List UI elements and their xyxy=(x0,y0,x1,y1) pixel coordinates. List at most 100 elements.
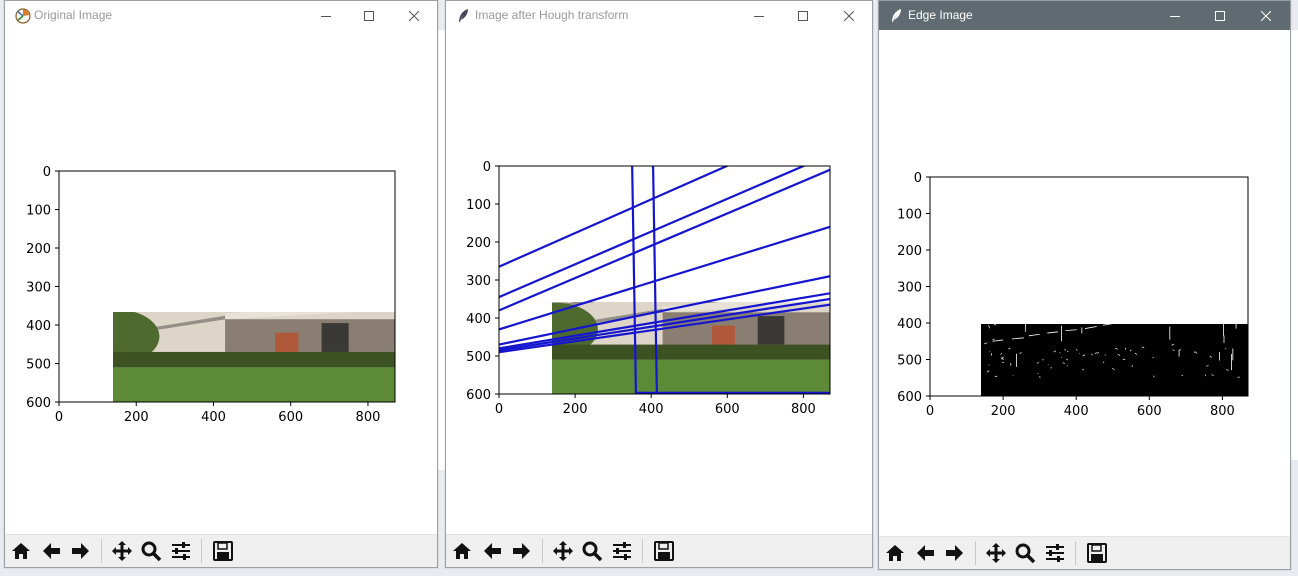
x-tick-label: 600 xyxy=(715,402,740,417)
configure-subplots-button[interactable] xyxy=(609,538,635,564)
titlebar[interactable]: Image after Hough transform xyxy=(446,1,872,30)
hedge xyxy=(552,344,830,360)
forward-arrow-button[interactable] xyxy=(67,538,93,564)
edge-segment xyxy=(941,191,944,194)
close-button[interactable] xyxy=(826,1,872,30)
maximize-button[interactable] xyxy=(780,1,826,30)
save-button[interactable] xyxy=(210,538,236,564)
forward-arrow-button[interactable] xyxy=(508,538,534,564)
back-arrow-icon xyxy=(43,543,60,559)
lawn xyxy=(113,367,395,402)
edge-segment xyxy=(987,189,988,190)
edge-segment xyxy=(951,309,952,311)
back-arrow-button[interactable] xyxy=(912,540,938,566)
edge-segment xyxy=(965,308,966,310)
matplotlib-icon xyxy=(15,8,31,24)
edge-segment xyxy=(992,207,994,210)
home-button[interactable] xyxy=(8,538,34,564)
edge-segment xyxy=(1037,372,1039,374)
edge-segment xyxy=(933,284,936,287)
edge-segment xyxy=(1031,234,1044,235)
edge-segment xyxy=(971,205,974,206)
edge-segment xyxy=(943,195,946,197)
edge-segment xyxy=(973,354,975,357)
titlebar[interactable]: Edge Image xyxy=(879,1,1290,30)
zoom-button[interactable] xyxy=(138,538,164,564)
save-button[interactable] xyxy=(1084,540,1110,566)
y-tick-label: 500 xyxy=(26,358,51,373)
save-icon xyxy=(654,541,674,561)
y-tick-label: 100 xyxy=(466,198,491,213)
zoom-icon xyxy=(141,541,162,562)
window-hough-transform: Image after Hough transform 0 200 400 600 80… xyxy=(445,0,873,568)
zoom-button[interactable] xyxy=(1012,540,1038,566)
close-button[interactable] xyxy=(1243,1,1289,30)
y-tick-label: 100 xyxy=(26,204,51,219)
y-tick-label: 300 xyxy=(26,281,51,296)
edge-segment xyxy=(1196,310,1205,312)
navigation-toolbar xyxy=(5,534,437,567)
lawn xyxy=(552,359,830,394)
edge-segment xyxy=(950,183,951,186)
y-tick-label: 400 xyxy=(466,312,491,327)
toolbar-separator xyxy=(975,541,976,565)
edge-segment xyxy=(1014,217,1024,218)
edge-segment xyxy=(931,194,934,196)
back-arrow-button[interactable] xyxy=(38,538,64,564)
maximize-button[interactable] xyxy=(1197,1,1243,30)
edge-segment xyxy=(931,326,933,327)
y-tick-label: 500 xyxy=(466,350,491,365)
edge-segment xyxy=(1158,316,1168,318)
edge-segment xyxy=(963,351,965,354)
minimize-button[interactable] xyxy=(303,1,349,30)
save-button[interactable] xyxy=(651,538,677,564)
edge-segment xyxy=(939,312,940,314)
edge-segment xyxy=(990,211,991,213)
configure-subplots-icon xyxy=(1046,544,1064,562)
edge-segment xyxy=(1196,249,1205,251)
edge-segment xyxy=(978,286,979,289)
y-tick-label: 400 xyxy=(26,319,51,334)
edge-segment xyxy=(1050,231,1061,233)
edge-segment xyxy=(958,299,960,302)
pan-button[interactable] xyxy=(983,540,1009,566)
maximize-button[interactable] xyxy=(346,1,392,30)
home-button[interactable] xyxy=(449,538,475,564)
edge-segment xyxy=(1231,264,1240,266)
configure-subplots-button[interactable] xyxy=(168,538,194,564)
pan-icon xyxy=(553,541,573,561)
close-button[interactable] xyxy=(391,1,437,30)
window-row xyxy=(566,198,830,244)
edge-segment xyxy=(974,297,977,300)
window-row xyxy=(127,246,395,292)
titlebar[interactable]: Original Image xyxy=(5,1,437,30)
x-tick-label: 800 xyxy=(356,410,381,425)
zoom-button[interactable] xyxy=(579,538,605,564)
pan-icon xyxy=(986,543,1006,563)
minimize-button[interactable] xyxy=(1152,1,1198,30)
home-button[interactable] xyxy=(882,540,908,566)
figure-canvas[interactable]: 0 200 400 600 800 0 100 200 300 400 500 600 xyxy=(446,30,872,535)
window-original-image: Original Image 0 200 400 600 800 0 100 200 300 40… xyxy=(4,0,438,568)
x-tick-label: 800 xyxy=(791,402,816,417)
pan-button[interactable] xyxy=(550,538,576,564)
minimize-button[interactable] xyxy=(736,1,782,30)
edge-segment xyxy=(931,353,933,354)
figure-canvas[interactable]: 0 200 400 600 800 0 100 200 300 400 500 600 xyxy=(879,30,1290,537)
edge-segment xyxy=(975,295,976,297)
edge-segment xyxy=(1120,301,1131,302)
forward-arrow-icon xyxy=(72,543,89,559)
back-arrow-button[interactable] xyxy=(479,538,505,564)
edge-segment xyxy=(1176,193,1188,194)
edge-segment xyxy=(1104,283,1117,284)
edge-segment xyxy=(995,317,998,319)
entrance xyxy=(757,316,785,345)
figure-canvas[interactable]: 0 200 400 600 800 0 100 200 300 400 500 600 xyxy=(5,30,437,535)
edge-segment xyxy=(1123,200,1135,202)
forward-arrow-button[interactable] xyxy=(941,540,967,566)
pan-button[interactable] xyxy=(109,538,135,564)
configure-subplots-button[interactable] xyxy=(1042,540,1068,566)
plot-axes: 0 200 400 600 800 0 100 200 300 400 500 600 xyxy=(26,165,396,425)
photo-image xyxy=(552,198,830,394)
edge-segment xyxy=(934,205,935,206)
